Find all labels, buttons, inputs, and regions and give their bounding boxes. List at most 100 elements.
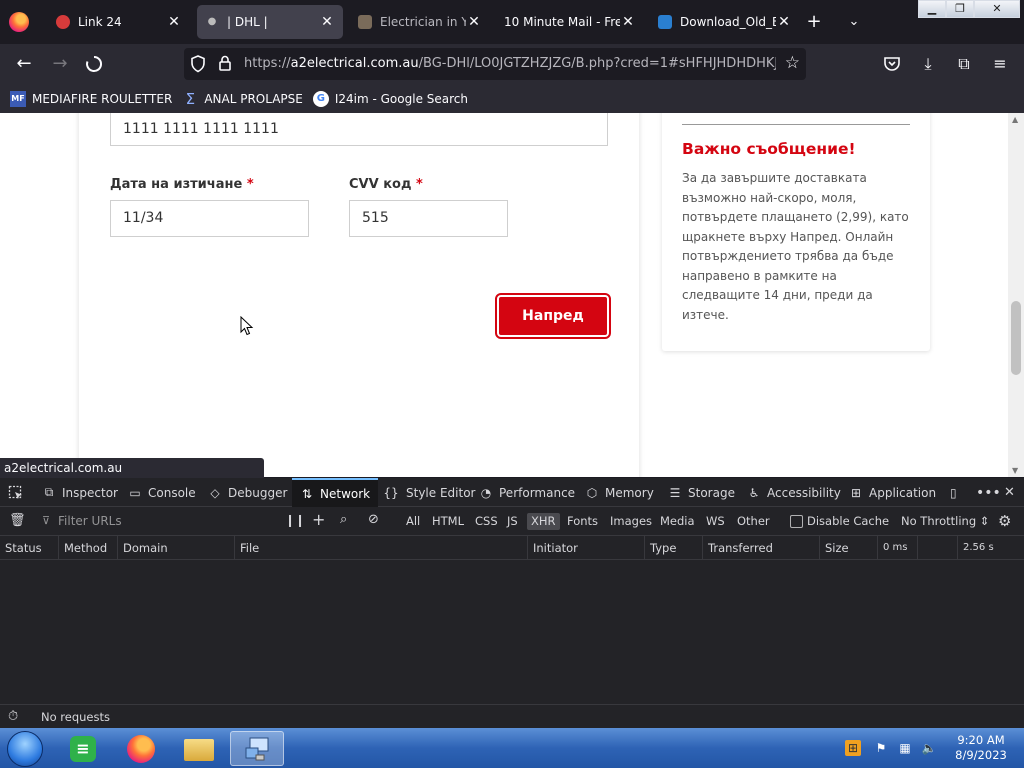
element-picker-icon[interactable] bbox=[8, 478, 24, 507]
expiry-label-text: Дата на изтичане bbox=[110, 177, 243, 192]
hamburger-menu-icon[interactable]: ≡ bbox=[988, 52, 1012, 76]
devtools-tab-label: Console bbox=[148, 485, 196, 500]
throttling-select[interactable]: No Throttling ⇕ bbox=[897, 513, 993, 530]
taskbar-network-app[interactable] bbox=[230, 731, 284, 766]
action-center-flag-icon[interactable]: ⚑ bbox=[873, 740, 889, 756]
devtools-tab-network[interactable]: ⇅ Network bbox=[292, 478, 379, 507]
tab-title: Link 24 bbox=[78, 15, 122, 29]
filter-media[interactable]: Media bbox=[656, 513, 699, 530]
filter-ws[interactable]: WS bbox=[702, 513, 729, 530]
url-text[interactable]: https://a2electrical.com.au/BG-DHl/LO0JG… bbox=[244, 56, 776, 71]
add-plus-icon[interactable]: + bbox=[312, 510, 325, 529]
devtools-tab-performance[interactable]: ◔ Performance bbox=[479, 478, 575, 507]
url-bar[interactable]: https://a2electrical.com.au/BG-DHl/LO0JG… bbox=[184, 48, 806, 80]
list-all-tabs-chevron-icon[interactable]: ⌄ bbox=[842, 10, 866, 34]
column-initiator[interactable]: Initiator bbox=[528, 536, 645, 560]
filter-fonts[interactable]: Fonts bbox=[563, 513, 602, 530]
stopwatch-icon[interactable]: ⏱ bbox=[8, 705, 18, 729]
filter-css[interactable]: CSS bbox=[471, 513, 502, 530]
column-size[interactable]: Size bbox=[820, 536, 878, 560]
forward-arrow-icon[interactable]: → bbox=[48, 52, 72, 76]
bookmark-mediafire[interactable]: MF MEDIAFIRE ROULETTER bbox=[10, 90, 172, 107]
tab-close-icon[interactable]: ✕ bbox=[466, 14, 482, 30]
minimize-window-icon[interactable]: ▁ bbox=[918, 0, 946, 18]
cvv-input[interactable]: 515 bbox=[349, 200, 508, 237]
devtools-tab-application[interactable]: ⊞ Application bbox=[849, 478, 936, 507]
next-button[interactable]: Напред bbox=[495, 293, 611, 339]
tracking-shield-icon[interactable] bbox=[190, 55, 206, 77]
scroll-up-icon[interactable]: ▲ bbox=[1012, 115, 1018, 124]
search-icon[interactable]: ⌕ bbox=[340, 512, 347, 527]
filter-all[interactable]: All bbox=[402, 513, 424, 530]
tab-download-old[interactable]: Download_Old_Bi ✕ bbox=[650, 5, 800, 39]
close-window-icon[interactable]: ✕ bbox=[974, 0, 1020, 18]
column-transferred[interactable]: Transferred bbox=[703, 536, 820, 560]
taskbar-firefox[interactable] bbox=[114, 731, 168, 766]
block-icon[interactable]: ⊘ bbox=[368, 512, 379, 527]
new-tab-plus-icon[interactable]: + bbox=[802, 10, 826, 34]
tab-close-icon[interactable]: ✕ bbox=[166, 14, 182, 30]
network-summary-bar: ⏱ No requests bbox=[0, 704, 1024, 728]
tab-close-icon[interactable]: ✕ bbox=[776, 14, 792, 30]
filter-other[interactable]: Other bbox=[733, 513, 774, 530]
taskbar-file-explorer[interactable] bbox=[172, 731, 226, 766]
downloads-icon[interactable]: ⤓ bbox=[916, 52, 940, 76]
required-mark: * bbox=[415, 177, 423, 192]
network-icon[interactable]: ▦ bbox=[897, 740, 913, 756]
devtools-tab-storage[interactable]: ☰ Storage bbox=[668, 478, 735, 507]
devtools-tab-debugger[interactable]: ◇ Debugger bbox=[208, 478, 287, 507]
settings-gear-icon[interactable]: ⚙ bbox=[998, 512, 1011, 530]
start-button-icon[interactable] bbox=[7, 731, 43, 767]
devtools-tab-console[interactable]: ▭ Console bbox=[128, 478, 196, 507]
system-clock[interactable]: 9:20 AM 8/9/2023 bbox=[946, 733, 1016, 763]
more-options-icon[interactable]: ••• bbox=[976, 478, 1001, 507]
tab-link-24[interactable]: Link 24 ✕ bbox=[48, 5, 190, 39]
tab-10-minute-mail[interactable]: 10 Minute Mail - Free ✕ bbox=[496, 5, 644, 39]
disable-cache-checkbox[interactable] bbox=[790, 515, 803, 528]
memory-icon: ⬡ bbox=[586, 485, 598, 500]
trash-icon[interactable]: 🗑 bbox=[9, 513, 26, 528]
tab-close-icon[interactable]: ✕ bbox=[319, 14, 335, 30]
column-domain[interactable]: Domain bbox=[118, 536, 235, 560]
bookmark-star-icon[interactable]: ☆ bbox=[785, 53, 800, 73]
column-file[interactable]: File bbox=[235, 536, 528, 560]
filter-urls-input[interactable]: Filter URLs bbox=[50, 511, 290, 532]
taskbar-notes-app[interactable]: ≡ bbox=[56, 731, 110, 766]
bookmark-google-search[interactable]: G I24im - Google Search bbox=[312, 90, 468, 107]
tab-electrician[interactable]: Electrician in Yarr ✕ bbox=[350, 5, 490, 39]
loading-spinner-icon[interactable] bbox=[82, 52, 106, 76]
card-number-input[interactable]: 1111 1111 1111 1111 bbox=[110, 113, 608, 146]
pocket-icon[interactable] bbox=[880, 52, 904, 76]
filter-xhr[interactable]: XHR bbox=[527, 513, 560, 530]
devtools-tab-memory[interactable]: ⬡ Memory bbox=[585, 478, 654, 507]
restore-window-icon[interactable]: ❐ bbox=[946, 0, 974, 18]
bookmark-anal-prolapse[interactable]: Σ ANAL PROLAPSE bbox=[182, 91, 303, 107]
scroll-down-icon[interactable]: ▼ bbox=[1012, 466, 1018, 475]
firefox-menu-icon[interactable] bbox=[9, 12, 29, 32]
devtools-tab-style-editor[interactable]: {} Style Editor bbox=[382, 478, 475, 507]
column-method[interactable]: Method bbox=[59, 536, 118, 560]
tray-app-icon[interactable]: ⊞ bbox=[845, 740, 861, 756]
volume-icon[interactable]: 🔈 bbox=[921, 740, 937, 756]
filter-js[interactable]: JS bbox=[503, 513, 522, 530]
scrollbar-thumb[interactable] bbox=[1011, 301, 1021, 375]
extensions-puzzle-icon[interactable]: ⧉ bbox=[952, 52, 976, 76]
expiry-date-input[interactable]: 11/34 bbox=[110, 200, 309, 237]
devtools-tab-accessibility[interactable]: ♿ Accessibility bbox=[747, 478, 841, 507]
inspector-icon: ⧉ bbox=[44, 485, 54, 499]
column-status[interactable]: Status bbox=[0, 536, 59, 560]
filter-html[interactable]: HTML bbox=[428, 513, 468, 530]
devtools-tab-inspector[interactable]: ⧉ Inspector bbox=[42, 478, 118, 507]
page-scrollbar[interactable]: ▲ ▼ bbox=[1008, 113, 1024, 477]
close-devtools-icon[interactable]: ✕ bbox=[1004, 478, 1015, 507]
tab-close-icon[interactable]: ✕ bbox=[620, 14, 636, 30]
column-type[interactable]: Type bbox=[645, 536, 703, 560]
back-arrow-icon[interactable]: ← bbox=[12, 52, 36, 76]
pause-icon[interactable]: ❙❙ bbox=[285, 513, 305, 527]
tab-dhl[interactable]: ● | DHL | ✕ bbox=[197, 5, 343, 39]
padlock-icon[interactable] bbox=[218, 54, 232, 75]
dock-side-icon[interactable]: ▯ bbox=[950, 478, 957, 507]
devtools-panel: ⧉ Inspector ▭ Console ◇ Debugger ⇅ Network {… bbox=[0, 478, 1024, 728]
filter-images[interactable]: Images bbox=[606, 513, 656, 530]
sigma-icon: Σ bbox=[185, 89, 196, 108]
